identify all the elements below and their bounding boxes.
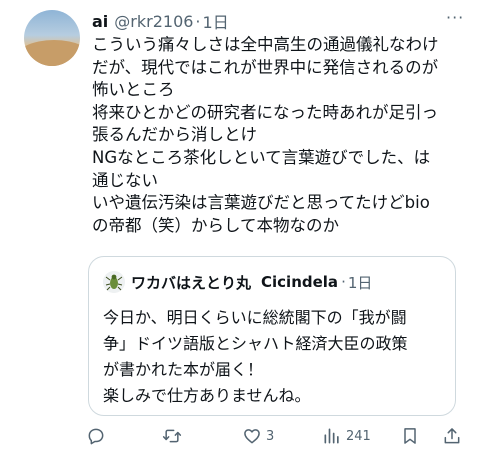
quoted-time-separator: · [341,273,346,291]
bookmark-button[interactable] [400,424,420,448]
quoted-text-line: が書かれた本が届く！ [103,360,264,379]
quoted-author-handle[interactable]: Cicindela [261,273,338,291]
quoted-time[interactable]: 1日 [348,272,373,293]
quoted-text-line: 争」ドイツ語版とシャハト経済大臣の政策 [103,334,408,353]
share-button[interactable] [442,424,462,448]
avatar[interactable] [24,10,80,66]
retweet-icon [162,429,182,443]
views-icon [324,428,339,444]
time-separator: · [195,11,201,31]
tweet[interactable]: ai @rkr2106 · 1日 ··· こういう痛々しさは全中高生の通過儀礼な… [0,0,480,450]
share-icon [444,428,460,444]
views-button[interactable]: 241 [322,424,371,448]
views-count: 241 [346,428,371,444]
tweet-text-line: 張るんだから消しとけ [92,125,257,145]
more-options-icon[interactable]: ··· [446,8,464,27]
reply-icon [88,428,104,445]
quoted-text: 今日か、明日くらいに総統閣下の「我が闘 争」ドイツ語版とシャハト経済大臣の政策 … [103,305,448,409]
quoted-avatar[interactable] [103,271,125,293]
bookmark-icon [404,428,416,444]
tweet-text-line: 将来ひとかどの研究者になった時あれが足引っ [92,102,439,122]
quoted-tweet[interactable]: ワカバはえとり丸 Cicindela · 1日 今日か、明日くらいに総統閣下の「… [88,256,456,416]
author-name[interactable]: ai [92,12,108,31]
tweet-text: こういう痛々しさは全中高生の通過儀礼なわけ だが、現代ではこれが世界中に発信され… [92,34,468,237]
reply-button[interactable] [86,424,110,448]
tweet-text-line: だが、現代ではこれが世界中に発信されるのが [92,57,439,77]
tweet-header: ai @rkr2106 · 1日 [92,9,229,33]
quoted-header: ワカバはえとり丸 Cicindela · 1日 [131,271,372,293]
tweet-text-line: NGなところ茶化しといて言葉遊びでした、は [92,147,431,167]
action-bar: 3 241 [86,424,466,448]
retweet-button[interactable] [162,424,186,448]
author-handle[interactable]: @rkr2106 [114,12,193,31]
heart-icon [244,429,260,444]
tweet-text-line: いや遺伝汚染は言葉遊びだと思ってたけどbio [92,193,430,213]
tweet-time[interactable]: 1日 [203,9,229,33]
tweet-text-line: 怖いところ [92,80,175,100]
avatar-dune-image [24,40,80,66]
tweet-text-line: こういう痛々しさは全中高生の通過儀礼なわけ [92,35,439,54]
like-count: 3 [266,428,275,444]
like-button[interactable]: 3 [242,424,274,448]
tweet-text-line: の帝都（笑）からして本物なのか [92,215,340,235]
quoted-text-line: 楽しみで仕方ありませんね。 [103,386,311,405]
tweet-text-line: 通じない [92,170,158,190]
quoted-avatar-image [103,271,125,293]
quoted-text-line: 今日か、明日くらいに総統閣下の「我が闘 [103,308,407,327]
quoted-author-name[interactable]: ワカバはえとり丸 [131,272,251,293]
